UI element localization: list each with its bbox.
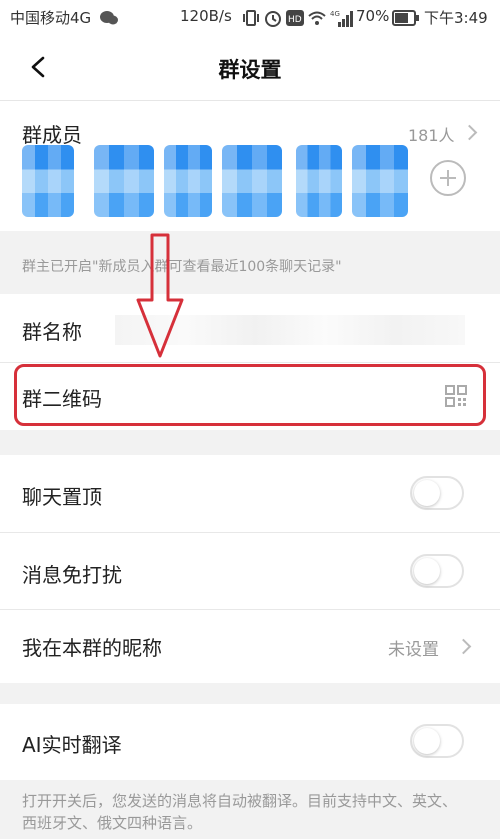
member-avatar[interactable] <box>296 145 342 217</box>
4g-signal-icon: 4G <box>330 10 353 27</box>
ai-translate-label: AI实时翻译 <box>22 733 122 757</box>
alarm-icon <box>265 11 281 27</box>
chevron-right-icon <box>455 638 472 655</box>
ai-translate-toggle[interactable] <box>410 724 464 758</box>
wechat-icon <box>100 11 118 25</box>
battery-percent: 70% <box>356 7 390 25</box>
mute-row: 消息免打扰 <box>0 533 500 609</box>
battery-icon <box>392 10 419 26</box>
translate-description: 打开开关后，您发送的消息将自动被翻译。目前支持中文、英文、西班牙文、俄文四种语言… <box>22 792 458 832</box>
toggle-knob <box>414 558 440 584</box>
add-member-button[interactable] <box>430 160 466 196</box>
nav-header: 群设置 <box>0 36 500 101</box>
svg-text:4G: 4G <box>330 10 340 18</box>
status-bar: 中国移动4G 120B/s HD 4G 70% 下午3:49 <box>0 0 500 36</box>
toggle-knob <box>414 728 440 754</box>
network-speed: 120B/s <box>180 7 232 25</box>
nickname-row[interactable]: 我在本群的昵称 未设置 <box>0 610 500 682</box>
nickname-label: 我在本群的昵称 <box>22 636 162 660</box>
member-count: 181人 <box>408 126 455 145</box>
page-title: 群设置 <box>218 58 282 82</box>
annotation-highlight-box <box>14 364 486 426</box>
pin-chat-label: 聊天置顶 <box>22 485 102 509</box>
mute-toggle[interactable] <box>410 554 464 588</box>
vibrate-icon <box>243 10 259 26</box>
member-avatar[interactable] <box>22 145 74 217</box>
members-label: 群成员 <box>22 123 82 147</box>
ai-translate-row: AI实时翻译 <box>0 704 500 780</box>
pin-chat-toggle[interactable] <box>410 476 464 510</box>
member-avatar[interactable] <box>222 145 282 217</box>
annotation-arrow-icon <box>136 233 184 358</box>
group-name-label: 群名称 <box>22 320 82 344</box>
member-avatar[interactable] <box>352 145 408 217</box>
member-avatar[interactable] <box>94 145 154 217</box>
carrier-label: 中国移动4G <box>10 9 92 27</box>
toggle-knob <box>414 480 440 506</box>
nickname-value: 未设置 <box>388 640 439 660</box>
svg-text:HD: HD <box>288 15 302 25</box>
chevron-right-icon <box>461 124 478 141</box>
clock: 下午3:49 <box>424 9 488 27</box>
mute-label: 消息免打扰 <box>22 563 122 587</box>
pin-chat-row: 聊天置顶 <box>0 455 500 531</box>
hd-icon: HD <box>286 10 304 26</box>
member-avatar[interactable] <box>164 145 212 217</box>
wifi-icon <box>308 11 326 25</box>
